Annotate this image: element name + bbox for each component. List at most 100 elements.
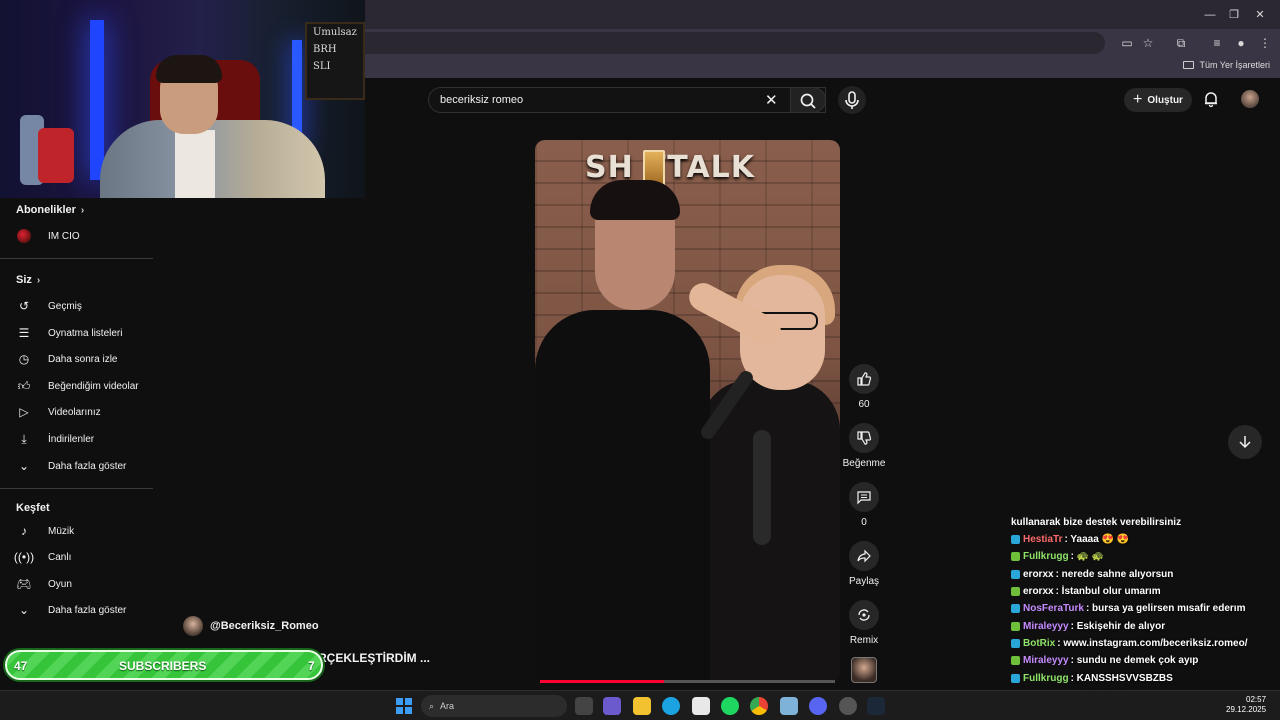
sidebar-item-history[interactable]: ↺ Geçmiş: [16, 295, 153, 317]
remix-label: Remix: [849, 635, 879, 646]
search-button[interactable]: [790, 87, 826, 113]
board-line: SLI: [313, 61, 331, 72]
sidebar-item-live[interactable]: ((•)) Canlı: [14, 546, 153, 568]
account-avatar[interactable]: [1241, 90, 1259, 108]
channel-info[interactable]: @Beceriksiz_Romeo: [183, 616, 319, 636]
sidebar-item-subscription[interactable]: IM CIO: [16, 225, 153, 247]
windows-taskbar: ⌕ Ara 02:57 29.12.2025: [0, 690, 1280, 720]
screen: — ❐ ✕ ▭ ☆ ⧉ ≡ ● ⋮ Tüm Yer İşaretleri Umu…: [0, 0, 1280, 720]
chat-username[interactable]: BotRix: [1023, 638, 1055, 649]
sidebar-item-watch-later[interactable]: ◷ Daha sonra izle: [16, 348, 153, 370]
chat-username[interactable]: erorxx: [1023, 586, 1054, 597]
remix-icon: [849, 600, 879, 630]
clear-search-icon[interactable]: ✕: [765, 91, 778, 109]
you-heading[interactable]: Siz ›: [16, 274, 40, 286]
sidebar-item-label: IM CIO: [48, 230, 80, 242]
address-bar[interactable]: [365, 32, 1105, 54]
all-bookmarks-label: Tüm Yer İşaretleri: [1199, 60, 1270, 70]
plus-icon: +: [1133, 91, 1143, 108]
steam-icon[interactable]: [867, 697, 885, 715]
sidebar-item-label: Canlı: [48, 551, 72, 563]
chat-badge-icon: [1011, 621, 1020, 631]
chat-username[interactable]: erorxx: [1023, 569, 1054, 580]
progress-fill: [540, 680, 664, 683]
sound-source-avatar[interactable]: [851, 657, 877, 683]
discord-icon[interactable]: [809, 697, 827, 715]
minimize-icon[interactable]: —: [1201, 6, 1219, 24]
maximize-icon[interactable]: ❐: [1225, 6, 1243, 24]
app-icon[interactable]: [780, 697, 798, 715]
subscriptions-title: Abonelikler: [16, 204, 76, 216]
store-icon[interactable]: [692, 697, 710, 715]
media-controls-icon[interactable]: ≡: [1208, 34, 1226, 52]
chat-username[interactable]: Fullkrugg: [1023, 551, 1069, 562]
short-title: ERÇEKLEŞTİRDİM ...: [310, 651, 431, 665]
notifications-bell-icon[interactable]: [1202, 90, 1220, 108]
cast-icon[interactable]: ▭: [1118, 34, 1136, 52]
subscribers-label: SUBSCRIBERS: [119, 659, 207, 673]
create-button[interactable]: + Oluştur: [1124, 88, 1192, 112]
sidebar-item-label: Oynatma listeleri: [48, 327, 123, 339]
taskbar-search[interactable]: ⌕ Ara: [421, 695, 567, 717]
like-button[interactable]: 60: [846, 364, 882, 410]
chat-text: : İstanbul olur umarım: [1055, 586, 1161, 598]
extensions-icon[interactable]: ⧉: [1172, 34, 1190, 52]
dislike-button[interactable]: Beğenme: [840, 423, 888, 469]
taskbar-search-placeholder: Ara: [440, 701, 455, 711]
voice-search-button[interactable]: [838, 86, 866, 114]
explore-heading: Keşfet: [16, 502, 50, 514]
subscriptions-heading[interactable]: Abonelikler ›: [16, 204, 84, 216]
windows-start-icon[interactable]: [396, 698, 412, 714]
remix-button[interactable]: Remix: [846, 600, 882, 646]
history-icon: ↺: [18, 299, 30, 313]
subscribers-goal: 7: [308, 659, 315, 673]
chat-text: : www.instagram.com/beceriksiz.romeo/: [1057, 637, 1248, 649]
chat-text: : bursa ya gelirsen mısafir ederım: [1085, 603, 1246, 615]
chat-badge-icon: [1011, 552, 1020, 562]
chat-username[interactable]: Fullkrugg: [1023, 673, 1069, 684]
profile-icon[interactable]: ●: [1232, 34, 1250, 52]
chat-message: Fullkrugg: KANSSHSVVSBZBS: [1011, 669, 1280, 686]
chat-message: Miraleyyy: Eskişehir de alıyor: [1011, 617, 1280, 634]
video-progress-bar[interactable]: [540, 680, 835, 683]
sidebar-item-your-videos[interactable]: ▷ Videolarınız: [16, 401, 153, 423]
thumbs-down-icon: [849, 423, 879, 453]
task-view-icon[interactable]: [575, 697, 593, 715]
sidebar-item-liked-videos[interactable]: 👍︎ Beğendiğim videolar: [16, 375, 153, 397]
sidebar-item-label: Daha fazla göster: [48, 604, 127, 616]
search-query: beceriksiz romeo: [440, 94, 524, 106]
sidebar-item-gaming[interactable]: 🎮︎ Oyun: [16, 573, 153, 595]
bookmark-star-icon[interactable]: ☆: [1139, 34, 1157, 52]
spotify-icon[interactable]: [721, 697, 739, 715]
system-clock[interactable]: 02:57 29.12.2025: [1226, 695, 1266, 715]
teams-icon[interactable]: [603, 697, 621, 715]
search-icon: ⌕: [429, 700, 435, 711]
search-input[interactable]: beceriksiz romeo ✕: [428, 87, 826, 113]
sidebar-item-downloads[interactable]: ⤓ İndirilenler: [16, 428, 153, 450]
edge-icon[interactable]: [662, 697, 680, 715]
clock-date: 29.12.2025: [1226, 705, 1267, 714]
all-bookmarks[interactable]: Tüm Yer İşaretleri: [1183, 60, 1270, 70]
obs-icon[interactable]: [839, 697, 857, 715]
file-explorer-icon[interactable]: [633, 697, 651, 715]
close-window-icon[interactable]: ✕: [1251, 6, 1269, 24]
sidebar-item-label: Beğendiğim videolar: [48, 380, 139, 392]
sidebar-item-show-more-explore[interactable]: ⌄ Daha fazla göster: [16, 599, 153, 621]
chat-username[interactable]: Miraleyyy: [1023, 655, 1069, 666]
comment-icon: [849, 482, 879, 512]
chat-message: Miraleyyy: sundu ne demek çok ayıp: [1011, 652, 1280, 669]
chat-message: erorxx: İstanbul olur umarım: [1011, 583, 1280, 600]
chat-username[interactable]: NosFeraTurk: [1023, 603, 1084, 614]
sidebar-item-playlists[interactable]: ☰ Oynatma listeleri: [16, 322, 153, 344]
next-short-button[interactable]: [1228, 425, 1262, 459]
short-video-player[interactable]: SH TTALK: [535, 140, 840, 682]
sidebar-item-show-more[interactable]: ⌄ Daha fazla göster: [16, 455, 153, 477]
sidebar-item-music[interactable]: ♪ Müzik: [16, 520, 153, 542]
share-button[interactable]: Paylaş: [846, 541, 882, 587]
chrome-icon[interactable]: [750, 697, 768, 715]
subscribers-goal-bar: 47 SUBSCRIBERS 7: [5, 650, 323, 680]
chat-username[interactable]: Miraleyyy: [1023, 621, 1069, 632]
comments-button[interactable]: 0: [846, 482, 882, 528]
chat-username[interactable]: HestiaTr: [1023, 534, 1062, 545]
menu-kebab-icon[interactable]: ⋮: [1256, 34, 1274, 52]
